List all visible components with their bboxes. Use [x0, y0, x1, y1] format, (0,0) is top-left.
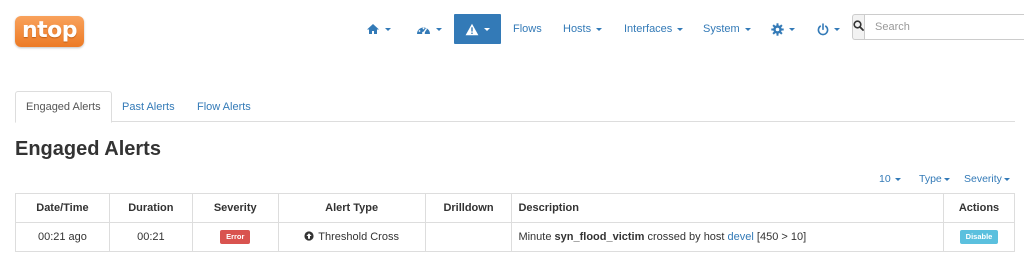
column-header-actions[interactable]: Actions	[943, 193, 1015, 223]
chevron-down-icon	[436, 27, 442, 31]
nav-interfaces[interactable]: Interfaces	[624, 14, 684, 44]
chevron-down-icon	[894, 177, 901, 181]
column-header-drilldown[interactable]: Drilldown	[424, 193, 513, 223]
chevron-down-icon	[744, 27, 751, 31]
tab-label: Past Alerts	[122, 100, 175, 113]
nav-system[interactable]: System	[703, 14, 751, 44]
chevron-down-icon	[484, 27, 490, 31]
column-header-description[interactable]: Description	[511, 193, 944, 223]
nav-system-label: System	[703, 23, 740, 35]
cell-severity: Error	[191, 222, 279, 252]
host-link[interactable]: devel	[728, 231, 754, 243]
chevron-down-icon	[789, 27, 795, 31]
column-header-datetime[interactable]: Date/Time	[15, 193, 110, 223]
search-group	[852, 14, 1024, 40]
nav-interfaces-label: Interfaces	[624, 23, 673, 35]
alert-type-label: Threshold Cross	[318, 231, 399, 243]
cell-drilldown	[424, 222, 513, 252]
severity-badge: Error	[220, 230, 251, 244]
description-prefix: Minute	[518, 231, 555, 243]
severity-filter-label: Severity	[964, 173, 1002, 185]
page-size-label: 10	[879, 173, 891, 185]
alerts-tabs: Engaged Alerts Past Alerts Flow Alerts	[15, 91, 1015, 123]
alert-type: Threshold Cross	[304, 230, 399, 244]
page-title: Engaged Alerts	[15, 138, 161, 160]
disable-button[interactable]: Disable	[959, 230, 999, 244]
nav-hosts-label: Hosts	[563, 23, 592, 35]
severity-filter-dropdown[interactable]: Severity	[964, 173, 1010, 185]
tab-engaged-alerts[interactable]: Engaged Alerts	[15, 91, 112, 123]
tab-flow-alerts[interactable]: Flow Alerts	[187, 91, 261, 122]
search-input[interactable]	[864, 14, 1024, 40]
description-mid: crossed by host	[644, 231, 728, 243]
home-icon	[366, 23, 380, 35]
table-header-row: Date/Time Duration Severity Alert Type D…	[15, 193, 1015, 223]
warning-icon	[465, 23, 479, 36]
cell-datetime: 00:21 ago	[15, 222, 110, 252]
dashboard-icon	[416, 23, 431, 35]
chevron-down-icon	[596, 27, 603, 31]
dashboard-menu[interactable]	[416, 14, 442, 44]
tab-label: Engaged Alerts	[26, 101, 101, 113]
ntop-logo[interactable]: ntop	[15, 16, 84, 47]
search-button[interactable]	[852, 14, 864, 40]
arrow-circle-up-icon	[304, 230, 314, 244]
type-filter-label: Type	[919, 173, 942, 185]
tab-past-alerts[interactable]: Past Alerts	[112, 91, 185, 122]
nav-flows[interactable]: Flows	[513, 14, 542, 44]
cell-description: Minute syn_flood_victim crossed by host …	[511, 222, 944, 252]
chevron-down-icon	[834, 27, 840, 31]
nav-flows-label: Flows	[513, 23, 542, 35]
tab-label: Flow Alerts	[197, 100, 251, 113]
chevron-down-icon	[677, 27, 684, 31]
nav-hosts[interactable]: Hosts	[563, 14, 603, 44]
power-menu[interactable]	[817, 14, 840, 44]
column-header-alert-type[interactable]: Alert Type	[277, 193, 426, 223]
description-metric: syn_flood_victim	[554, 231, 645, 243]
column-header-severity[interactable]: Severity	[191, 193, 279, 223]
page-size-dropdown[interactable]: 10	[879, 173, 901, 185]
type-filter-dropdown[interactable]: Type	[919, 173, 950, 185]
logo-text: ntop	[21, 18, 78, 43]
search-icon	[853, 20, 864, 34]
cell-duration: 00:21	[108, 222, 193, 252]
cell-actions: Disable	[943, 222, 1015, 252]
settings-menu[interactable]	[771, 14, 795, 44]
alerts-menu[interactable]	[454, 14, 501, 44]
column-header-duration[interactable]: Duration	[108, 193, 193, 223]
table-row: 00:21 ago 00:21 Error Threshold Cross Mi…	[15, 222, 1015, 252]
chevron-down-icon	[385, 27, 391, 31]
cell-alert-type: Threshold Cross	[277, 222, 426, 252]
power-icon	[817, 22, 829, 36]
chevron-down-icon	[1003, 177, 1010, 181]
navbar: ntop Flows Hosts Interfaces System	[0, 0, 1024, 58]
gear-icon	[771, 22, 784, 36]
alerts-table: Date/Time Duration Severity Alert Type D…	[15, 193, 1015, 252]
home-menu[interactable]	[366, 14, 391, 44]
chevron-down-icon	[943, 177, 950, 181]
description-suffix: [450 > 10]	[753, 231, 807, 243]
